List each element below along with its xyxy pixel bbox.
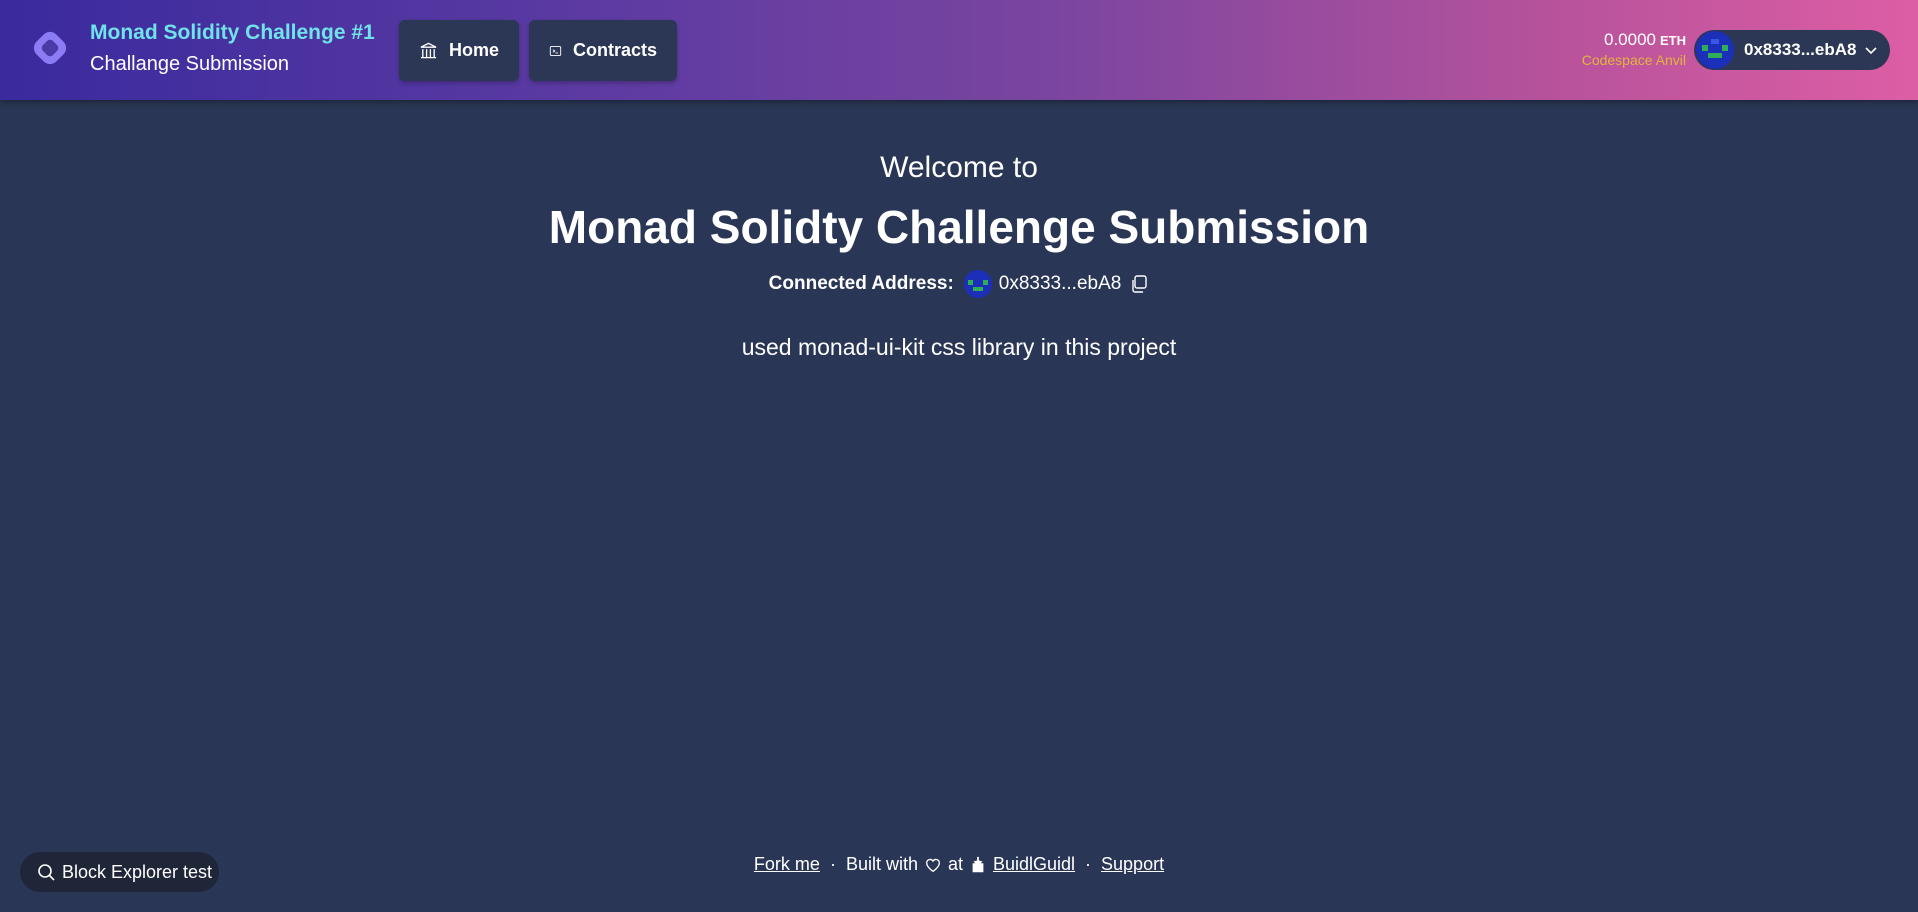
buidlguidl-link[interactable]: BuidlGuidl [993, 854, 1075, 875]
connected-address-value[interactable]: 0x8333...ebA8 [999, 273, 1122, 295]
footer-separator: · [829, 854, 836, 874]
account-dropdown-button[interactable]: 0x8333...ebA8 [1694, 30, 1890, 70]
nav-contracts-label: Contracts [572, 40, 657, 60]
connected-address-label: Connected Address: [768, 273, 954, 294]
chevron-down-icon [1865, 47, 1878, 55]
support-link[interactable]: Support [1101, 854, 1164, 875]
nav-contracts-button[interactable]: Contracts [529, 20, 677, 81]
diamond-logo-icon[interactable] [28, 26, 72, 70]
castle-icon [972, 856, 984, 872]
welcome-text: Welcome to [880, 151, 1038, 184]
copy-icon[interactable] [1129, 274, 1149, 294]
blockie-avatar-icon [963, 270, 992, 298]
app-title[interactable]: Monad Solidity Challenge #1 [90, 21, 375, 45]
fork-me-link[interactable]: Fork me [754, 854, 820, 875]
connected-address-row: Connected Address: 0x8333...ebA8 [0, 270, 1918, 298]
footer-separator: · [1085, 854, 1092, 874]
nav-home-button[interactable]: Home [399, 20, 519, 81]
network-name: Codespace Anvil [1581, 52, 1686, 68]
heart-icon [925, 858, 940, 872]
project-description: used monad-ui-kit css library in this pr… [741, 334, 1177, 360]
built-with-text: Built with [845, 854, 918, 874]
bank-icon [420, 42, 437, 58]
balance-unit: ETH [1660, 33, 1686, 48]
at-text: at [947, 854, 963, 874]
page-title: Monad Solidty Challenge Submission [548, 201, 1370, 253]
nav-home-label: Home [448, 40, 499, 60]
app-subtitle: Challange Submission [90, 53, 290, 75]
account-address: 0x8333...ebA8 [1744, 40, 1857, 59]
wallet-balance: 0.0000 ETH Codespace Anvil [1582, 30, 1686, 68]
terminal-icon [549, 45, 562, 56]
blockie-avatar-icon [1696, 31, 1734, 69]
footer: Fork me · Built with at BuidlGuidl · Sup… [0, 854, 1918, 875]
balance-amount: 0.0000 [1604, 30, 1656, 49]
top-navbar: Monad Solidity Challenge #1 Challange Su… [0, 0, 1918, 100]
